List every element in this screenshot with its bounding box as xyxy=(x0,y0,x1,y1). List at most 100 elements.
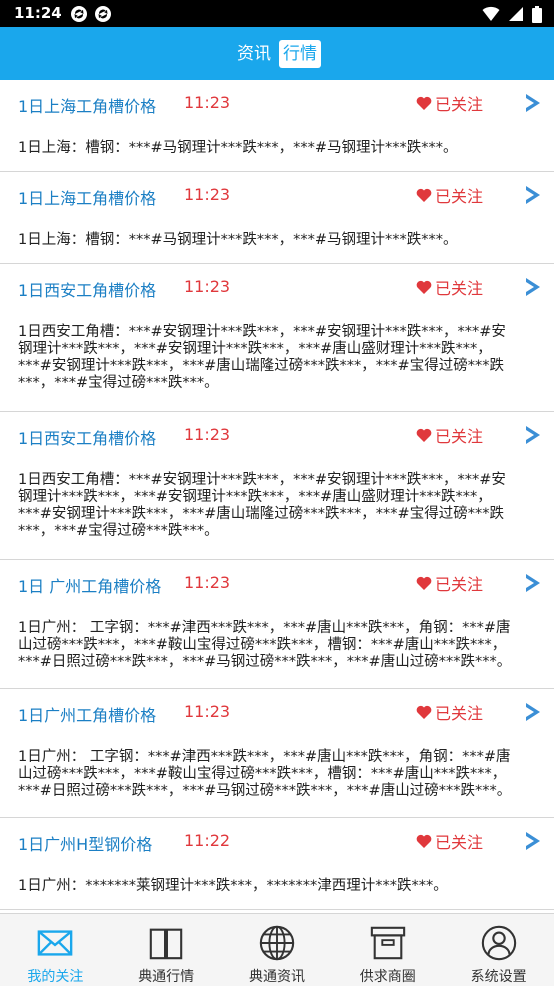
nav-label: 我的关注 xyxy=(27,969,84,985)
follow-label: 已关注 xyxy=(435,187,484,206)
follow-label: 已关注 xyxy=(435,279,484,298)
item-title: 1日广州工角槽价格 xyxy=(18,706,157,725)
content-line: 山过磅***跌***，***#鞍山宝得过磅***跌***，槽钢：***#唐山**… xyxy=(18,766,507,782)
item-content: 1日西安工角槽：***#安钢理计***跌***，***#安钢理计***跌***，… xyxy=(18,324,532,392)
content-line: 1日上海：槽钢：***#马钢理计***跌***，***#马钢理计***跌***。 xyxy=(18,232,458,248)
sync-icon xyxy=(71,6,87,22)
follow-toggle[interactable]: 已关注 xyxy=(416,423,483,447)
chevron-right-icon[interactable] xyxy=(524,276,542,298)
nav-trade-circle[interactable]: 供求商圈 xyxy=(332,914,443,986)
follow-label: 已关注 xyxy=(435,833,484,852)
heart-icon xyxy=(416,188,432,202)
mail-icon xyxy=(38,930,73,956)
chevron-right-icon[interactable] xyxy=(524,92,542,114)
archive-box-icon xyxy=(370,926,405,960)
content-line: 1日上海：槽钢：***#马钢理计***跌***，***#马钢理计***跌***。 xyxy=(18,140,458,156)
status-bar: 11:24 xyxy=(0,0,554,27)
nav-market[interactable]: 典通行情 xyxy=(111,914,222,986)
chevron-right-icon[interactable] xyxy=(524,572,542,594)
content-line: ***#安钢理计***跌***，***#唐山瑞隆过磅***跌***，***#宝得… xyxy=(18,506,504,522)
bottom-nav: 我的关注 典通行情 典通资讯 供求商圈 系统设置 xyxy=(0,913,554,986)
heart-icon xyxy=(416,428,432,442)
follow-toggle[interactable]: 已关注 xyxy=(416,275,483,299)
content-line: 1日广州： 工字钢：***#津西***跌***，***#唐山***跌***，角钢… xyxy=(18,620,511,636)
item-content: 1日西安工角槽：***#安钢理计***跌***，***#安钢理计***跌***，… xyxy=(18,472,532,540)
book-icon xyxy=(149,928,183,960)
content-line: ***#日照过磅***跌***，***#马钢过磅***跌***，***#唐山过磅… xyxy=(18,783,512,799)
nav-label: 典通资讯 xyxy=(248,969,305,985)
item-time: 11:23 xyxy=(184,573,231,592)
content-line: 钢理计***跌***，***#安钢理计***跌***，***#唐山盛财理计***… xyxy=(18,489,492,505)
heart-icon xyxy=(416,834,432,848)
nav-news[interactable]: 典通资讯 xyxy=(222,914,333,986)
heart-icon xyxy=(416,280,432,294)
tab-market[interactable]: 行情 xyxy=(279,40,321,68)
signal-icon xyxy=(509,7,523,21)
content-line: 1日西安工角槽：***#安钢理计***跌***，***#安钢理计***跌***，… xyxy=(18,324,506,340)
item-content: 1日上海：槽钢：***#马钢理计***跌***，***#马钢理计***跌***。 xyxy=(18,140,532,157)
item-time: 11:23 xyxy=(184,425,231,444)
globe-icon xyxy=(259,925,295,961)
item-content: 1日广州： 工字钢：***#津西***跌***，***#唐山***跌***，角钢… xyxy=(18,749,532,800)
list-item[interactable]: 1日上海工角槽价格 11:23 已关注 1日上海：槽钢：***#马钢理计***跌… xyxy=(0,172,554,264)
heart-icon xyxy=(416,705,432,719)
chevron-right-icon[interactable] xyxy=(524,424,542,446)
item-content: 1日广州： 工字钢：***#津西***跌***，***#唐山***跌***，角钢… xyxy=(18,620,532,671)
follow-toggle[interactable]: 已关注 xyxy=(416,829,483,853)
content-line: 1日广州： 工字钢：***#津西***跌***，***#唐山***跌***，角钢… xyxy=(18,749,511,765)
follow-toggle[interactable]: 已关注 xyxy=(416,91,483,115)
content-line: ***，***#宝得过磅***跌***。 xyxy=(18,523,219,539)
item-content: 1日上海：槽钢：***#马钢理计***跌***，***#马钢理计***跌***。 xyxy=(18,232,532,249)
item-time: 11:22 xyxy=(184,831,231,850)
follow-label: 已关注 xyxy=(435,95,484,114)
content-line: 1日西安工角槽：***#安钢理计***跌***，***#安钢理计***跌***，… xyxy=(18,472,506,488)
battery-icon xyxy=(532,5,542,23)
item-title: 1日 广州工角槽价格 xyxy=(18,577,162,596)
item-time: 11:23 xyxy=(184,93,231,112)
chevron-right-icon[interactable] xyxy=(524,184,542,206)
tab-news[interactable]: 资讯 xyxy=(233,40,275,68)
list-item[interactable]: 1日 广州工角槽价格 11:23 已关注 1日广州： 工字钢：***#津西***… xyxy=(0,560,554,689)
list-item[interactable]: 1日广州工角槽价格 11:23 已关注 1日广州： 工字钢：***#津西***跌… xyxy=(0,689,554,818)
item-time: 11:23 xyxy=(184,277,231,296)
nav-label: 供求商圈 xyxy=(359,969,416,985)
nav-label: 典通行情 xyxy=(138,969,195,985)
item-content: 1日广州：*******莱钢理计***跌***，*******津西理计***跌*… xyxy=(18,878,532,895)
nav-label: 系统设置 xyxy=(470,969,527,985)
content-line: ***#日照过磅***跌***，***#马钢过磅***跌***，***#唐山过磅… xyxy=(18,654,512,670)
follow-label: 已关注 xyxy=(435,575,484,594)
follow-label: 已关注 xyxy=(435,704,484,723)
chevron-right-icon[interactable] xyxy=(524,830,542,852)
item-title: 1日上海工角槽价格 xyxy=(18,97,157,116)
user-icon xyxy=(481,925,516,961)
sync-icon xyxy=(95,6,111,22)
list-item[interactable]: 1日广州H型钢价格 11:22 已关注 1日广州：*******莱钢理计***跌… xyxy=(0,818,554,910)
heart-icon xyxy=(416,96,432,110)
item-time: 11:23 xyxy=(184,185,231,204)
list-item[interactable]: 1日上海工角槽价格 11:23 已关注 1日上海：槽钢：***#马钢理计***跌… xyxy=(0,80,554,172)
item-time: 11:23 xyxy=(184,702,231,721)
top-bar: 资讯 行情 xyxy=(0,27,554,80)
heart-icon xyxy=(416,576,432,590)
content-line: ***#安钢理计***跌***，***#唐山瑞隆过磅***跌***，***#宝得… xyxy=(18,358,504,374)
list-item[interactable]: 1日西安工角槽价格 11:23 已关注 1日西安工角槽：***#安钢理计***跌… xyxy=(0,412,554,560)
chevron-right-icon[interactable] xyxy=(524,701,542,723)
follow-toggle[interactable]: 已关注 xyxy=(416,183,483,207)
content-line: 钢理计***跌***，***#安钢理计***跌***，***#唐山盛财理计***… xyxy=(18,341,492,357)
content-line: ***，***#宝得过磅***跌***。 xyxy=(18,375,219,391)
status-time: 11:24 xyxy=(14,4,62,22)
nav-my-follows[interactable]: 我的关注 xyxy=(0,914,111,986)
wifi-icon xyxy=(482,6,500,21)
item-title: 1日上海工角槽价格 xyxy=(18,189,157,208)
follow-label: 已关注 xyxy=(435,427,484,446)
follow-toggle[interactable]: 已关注 xyxy=(416,571,483,595)
nav-settings[interactable]: 系统设置 xyxy=(443,914,554,986)
content-line: 山过磅***跌***，***#鞍山宝得过磅***跌***，槽钢：***#唐山**… xyxy=(18,637,507,653)
item-title: 1日西安工角槽价格 xyxy=(18,281,157,300)
item-title: 1日西安工角槽价格 xyxy=(18,429,157,448)
follow-toggle[interactable]: 已关注 xyxy=(416,700,483,724)
list-item[interactable]: 1日西安工角槽价格 11:23 已关注 1日西安工角槽：***#安钢理计***跌… xyxy=(0,264,554,412)
item-title: 1日广州H型钢价格 xyxy=(18,835,153,854)
content-line: 1日广州：*******莱钢理计***跌***，*******津西理计***跌*… xyxy=(18,878,448,894)
quote-list: 1日上海工角槽价格 11:23 已关注 1日上海：槽钢：***#马钢理计***跌… xyxy=(0,80,554,913)
